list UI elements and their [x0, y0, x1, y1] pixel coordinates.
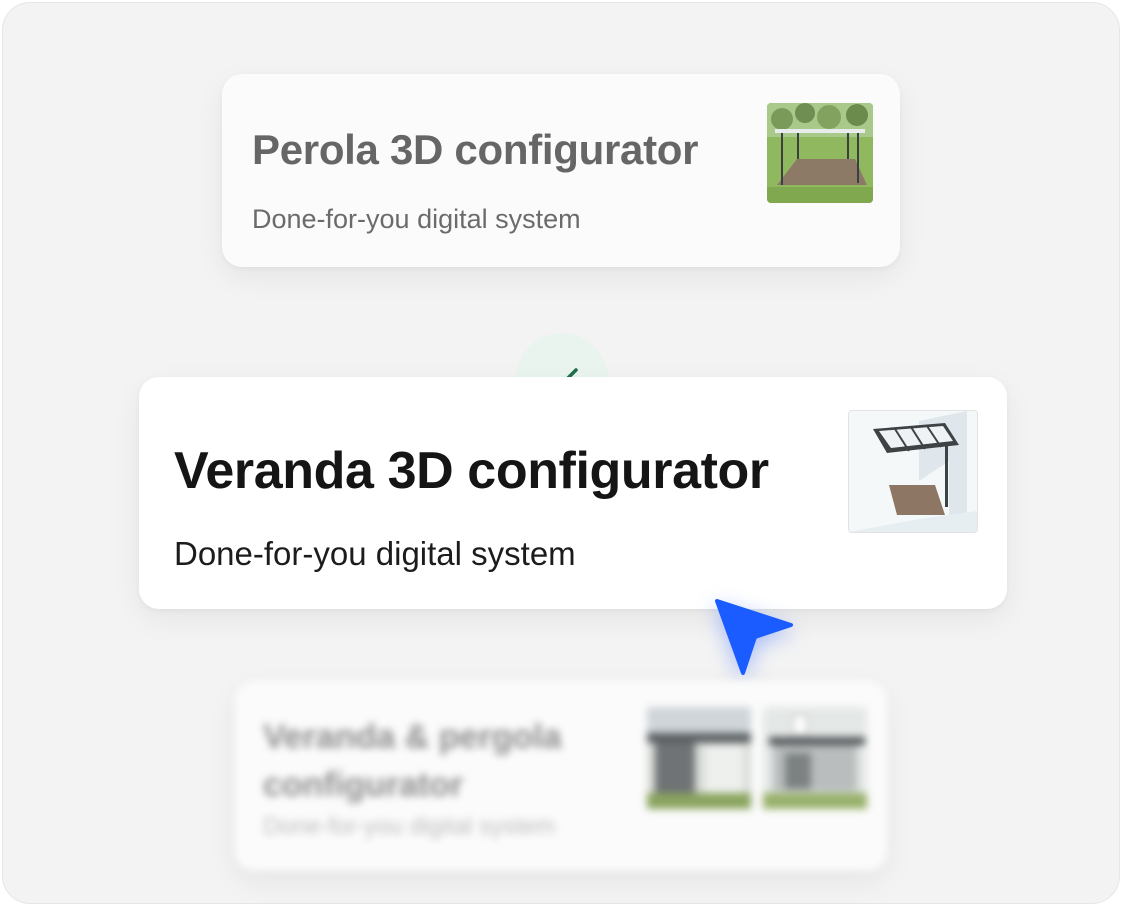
veranda-pergola-configurator-card[interactable]: Veranda & pergola configurator Done-for-…: [235, 681, 887, 871]
veranda-model-image: [848, 410, 978, 533]
pergola-house-image: [763, 707, 867, 809]
card-subtitle: Done-for-you digital system: [252, 204, 581, 234]
configurator-panel: Perola 3D configurator Done-for-you digi…: [2, 2, 1120, 904]
pointer-cursor-icon: [711, 595, 801, 685]
card-subtitle: Done-for-you digital system: [174, 535, 576, 572]
veranda-configurator-card[interactable]: Veranda 3D configurator Done-for-you dig…: [139, 377, 1007, 609]
card-subtitle: Done-for-you digital system: [263, 813, 556, 840]
card-title: Veranda 3D configurator: [174, 442, 769, 500]
card-title: Veranda & pergola configurator: [263, 718, 562, 804]
pergola-garden-image: [767, 103, 873, 203]
perola-configurator-card[interactable]: Perola 3D configurator Done-for-you digi…: [222, 74, 900, 267]
card-title: Perola 3D configurator: [252, 126, 699, 173]
veranda-house-image: [647, 707, 751, 809]
